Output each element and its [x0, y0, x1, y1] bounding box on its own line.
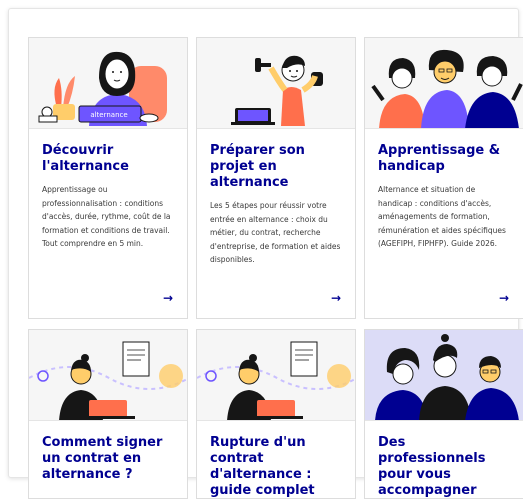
- illustration-laptop-label: alternance: [90, 111, 127, 119]
- arrow-right-icon[interactable]: →: [331, 292, 341, 304]
- illustration-group-friends: [365, 38, 523, 129]
- card-title[interactable]: Rupture d'un contrat d'alternance : guid…: [210, 435, 343, 498]
- arrow-right-icon[interactable]: →: [163, 292, 173, 304]
- card-grid: alternance Découvrir l'alternance Appren…: [28, 37, 523, 499]
- arrow-right-icon[interactable]: →: [499, 292, 509, 304]
- illustration-laptop-contract: [29, 330, 187, 421]
- illustration-three-advisors: [365, 330, 523, 421]
- card-description: Apprentissage ou professionnalisation : …: [42, 185, 171, 248]
- illustration-sport-person: [197, 38, 355, 129]
- card-title[interactable]: Apprentissage & handicap: [378, 143, 511, 175]
- illustration-student-laptop: alternance: [29, 38, 187, 129]
- card-description: Alternance et situation de handicap : co…: [378, 185, 506, 248]
- card-rupture-contrat[interactable]: Rupture d'un contrat d'alternance : guid…: [196, 329, 356, 499]
- page-frame: alternance Découvrir l'alternance Appren…: [8, 8, 523, 499]
- card-preparer-projet[interactable]: Préparer son projet en alternance Les 5 …: [196, 37, 356, 319]
- illustration-laptop-contract: [197, 330, 355, 421]
- card-professionnels-accompagner[interactable]: Des professionnels pour vous accompagner: [364, 329, 523, 499]
- card-description: Les 5 étapes pour réussir votre entrée e…: [210, 201, 341, 264]
- card-decouvrir-alternance[interactable]: alternance Découvrir l'alternance Appren…: [28, 37, 188, 319]
- card-title[interactable]: Découvrir l'alternance: [42, 143, 175, 175]
- card-title[interactable]: Préparer son projet en alternance: [210, 143, 343, 191]
- card-title[interactable]: Des professionnels pour vous accompagner: [378, 435, 511, 498]
- card-apprentissage-handicap[interactable]: Apprentissage & handicap Alternance et s…: [364, 37, 523, 319]
- card-signer-contrat[interactable]: Comment signer un contrat en alternance …: [28, 329, 188, 499]
